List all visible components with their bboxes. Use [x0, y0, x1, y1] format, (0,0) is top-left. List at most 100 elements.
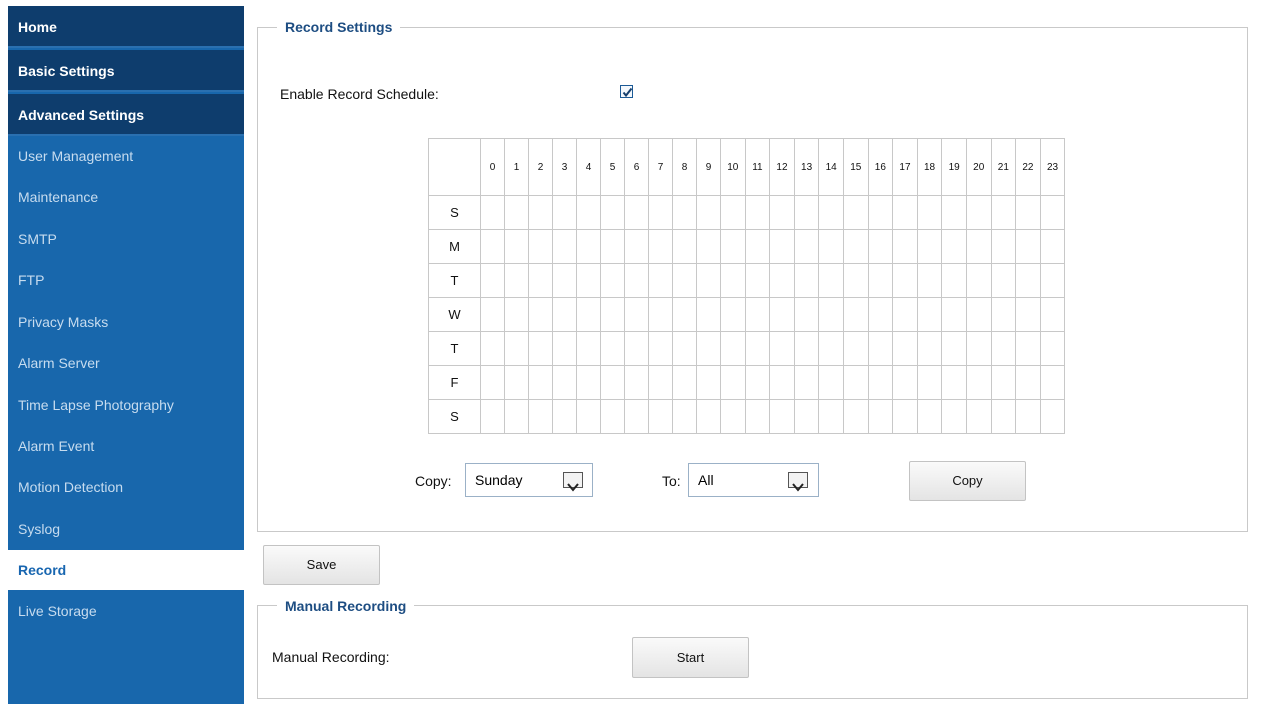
schedule-cell[interactable]	[842, 263, 869, 298]
schedule-cell[interactable]	[941, 365, 967, 400]
schedule-cell[interactable]	[600, 331, 625, 366]
schedule-cell[interactable]	[504, 263, 529, 298]
schedule-cell[interactable]	[1039, 263, 1066, 298]
schedule-cell[interactable]	[818, 297, 844, 332]
schedule-grid[interactable]: 0 1 2 3 4 5 6 7 8 9 10 11 12 13 14 15 16 17 18 19 20 21 22 23 S M…	[428, 138, 1066, 434]
schedule-cell[interactable]	[867, 297, 894, 332]
schedule-cell[interactable]	[1015, 365, 1041, 400]
schedule-cell[interactable]	[648, 195, 673, 230]
schedule-cell[interactable]	[480, 297, 505, 332]
schedule-cell[interactable]	[528, 399, 553, 434]
schedule-cell[interactable]	[842, 297, 869, 332]
schedule-cell[interactable]	[696, 229, 721, 264]
schedule-cell[interactable]	[480, 331, 505, 366]
schedule-cell[interactable]	[916, 263, 943, 298]
schedule-cell[interactable]	[672, 399, 697, 434]
schedule-cell[interactable]	[744, 263, 771, 298]
schedule-cell[interactable]	[600, 365, 625, 400]
chevron-down-icon[interactable]	[563, 472, 583, 492]
start-button[interactable]: Start	[632, 637, 749, 678]
nav-basic-settings[interactable]: Basic Settings	[8, 50, 244, 92]
schedule-cell[interactable]	[769, 331, 795, 366]
schedule-cell[interactable]	[672, 297, 697, 332]
schedule-cell[interactable]	[1015, 195, 1041, 230]
schedule-cell[interactable]	[504, 229, 529, 264]
schedule-cell[interactable]	[696, 365, 721, 400]
schedule-cell[interactable]	[552, 399, 577, 434]
schedule-cell[interactable]	[504, 365, 529, 400]
copy-to-select[interactable]: All	[688, 463, 819, 497]
schedule-cell[interactable]	[624, 399, 649, 434]
schedule-cell[interactable]	[720, 399, 746, 434]
schedule-cell[interactable]	[504, 195, 529, 230]
schedule-cell[interactable]	[480, 263, 505, 298]
nav-ftp[interactable]: FTP	[8, 260, 244, 300]
schedule-cell[interactable]	[793, 195, 820, 230]
schedule-cell[interactable]	[528, 297, 553, 332]
schedule-cell[interactable]	[769, 297, 795, 332]
schedule-cell[interactable]	[965, 331, 992, 366]
schedule-cell[interactable]	[965, 297, 992, 332]
schedule-cell[interactable]	[916, 365, 943, 400]
schedule-cell[interactable]	[818, 263, 844, 298]
schedule-cell[interactable]	[504, 297, 529, 332]
nav-smtp[interactable]: SMTP	[8, 219, 244, 259]
schedule-cell[interactable]	[965, 263, 992, 298]
schedule-cell[interactable]	[916, 229, 943, 264]
schedule-cell[interactable]	[818, 365, 844, 400]
schedule-cell[interactable]	[600, 399, 625, 434]
nav-motion-detection[interactable]: Motion Detection	[8, 467, 244, 507]
schedule-cell[interactable]	[941, 263, 967, 298]
schedule-cell[interactable]	[818, 331, 844, 366]
nav-advanced-settings[interactable]: Advanced Settings	[8, 94, 244, 136]
schedule-cell[interactable]	[892, 297, 918, 332]
nav-record[interactable]: Record	[8, 550, 244, 590]
schedule-cell[interactable]	[576, 263, 601, 298]
schedule-cell[interactable]	[793, 229, 820, 264]
schedule-cell[interactable]	[720, 229, 746, 264]
schedule-cell[interactable]	[552, 365, 577, 400]
schedule-cell[interactable]	[552, 229, 577, 264]
schedule-cell[interactable]	[1039, 331, 1066, 366]
nav-privacy-masks[interactable]: Privacy Masks	[8, 302, 244, 342]
schedule-cell[interactable]	[744, 229, 771, 264]
schedule-cell[interactable]	[600, 195, 625, 230]
schedule-cell[interactable]	[528, 195, 553, 230]
schedule-cell[interactable]	[696, 195, 721, 230]
schedule-cell[interactable]	[941, 195, 967, 230]
schedule-cell[interactable]	[842, 195, 869, 230]
schedule-cell[interactable]	[1015, 297, 1041, 332]
schedule-cell[interactable]	[965, 365, 992, 400]
schedule-cell[interactable]	[600, 297, 625, 332]
schedule-cell[interactable]	[941, 331, 967, 366]
schedule-cell[interactable]	[793, 263, 820, 298]
nav-alarm-server[interactable]: Alarm Server	[8, 343, 244, 383]
nav-home[interactable]: Home	[8, 6, 244, 48]
schedule-cell[interactable]	[965, 399, 992, 434]
schedule-cell[interactable]	[892, 399, 918, 434]
save-button[interactable]: Save	[263, 545, 380, 585]
schedule-cell[interactable]	[600, 263, 625, 298]
schedule-cell[interactable]	[892, 195, 918, 230]
schedule-cell[interactable]	[480, 399, 505, 434]
schedule-cell[interactable]	[672, 331, 697, 366]
schedule-cell[interactable]	[528, 331, 553, 366]
schedule-cell[interactable]	[552, 263, 577, 298]
schedule-cell[interactable]	[867, 195, 894, 230]
schedule-cell[interactable]	[576, 297, 601, 332]
schedule-cell[interactable]	[892, 263, 918, 298]
enable-record-schedule-checkbox[interactable]	[620, 85, 633, 98]
schedule-cell[interactable]	[480, 229, 505, 264]
schedule-cell[interactable]	[528, 365, 553, 400]
schedule-cell[interactable]	[1039, 399, 1066, 434]
schedule-cell[interactable]	[744, 399, 771, 434]
nav-user-management[interactable]: User Management	[8, 136, 244, 176]
schedule-cell[interactable]	[990, 399, 1017, 434]
schedule-cell[interactable]	[769, 365, 795, 400]
schedule-cell[interactable]	[1039, 195, 1066, 230]
schedule-cell[interactable]	[744, 195, 771, 230]
schedule-cell[interactable]	[720, 195, 746, 230]
schedule-cell[interactable]	[842, 399, 869, 434]
schedule-cell[interactable]	[648, 331, 673, 366]
schedule-cell[interactable]	[576, 331, 601, 366]
